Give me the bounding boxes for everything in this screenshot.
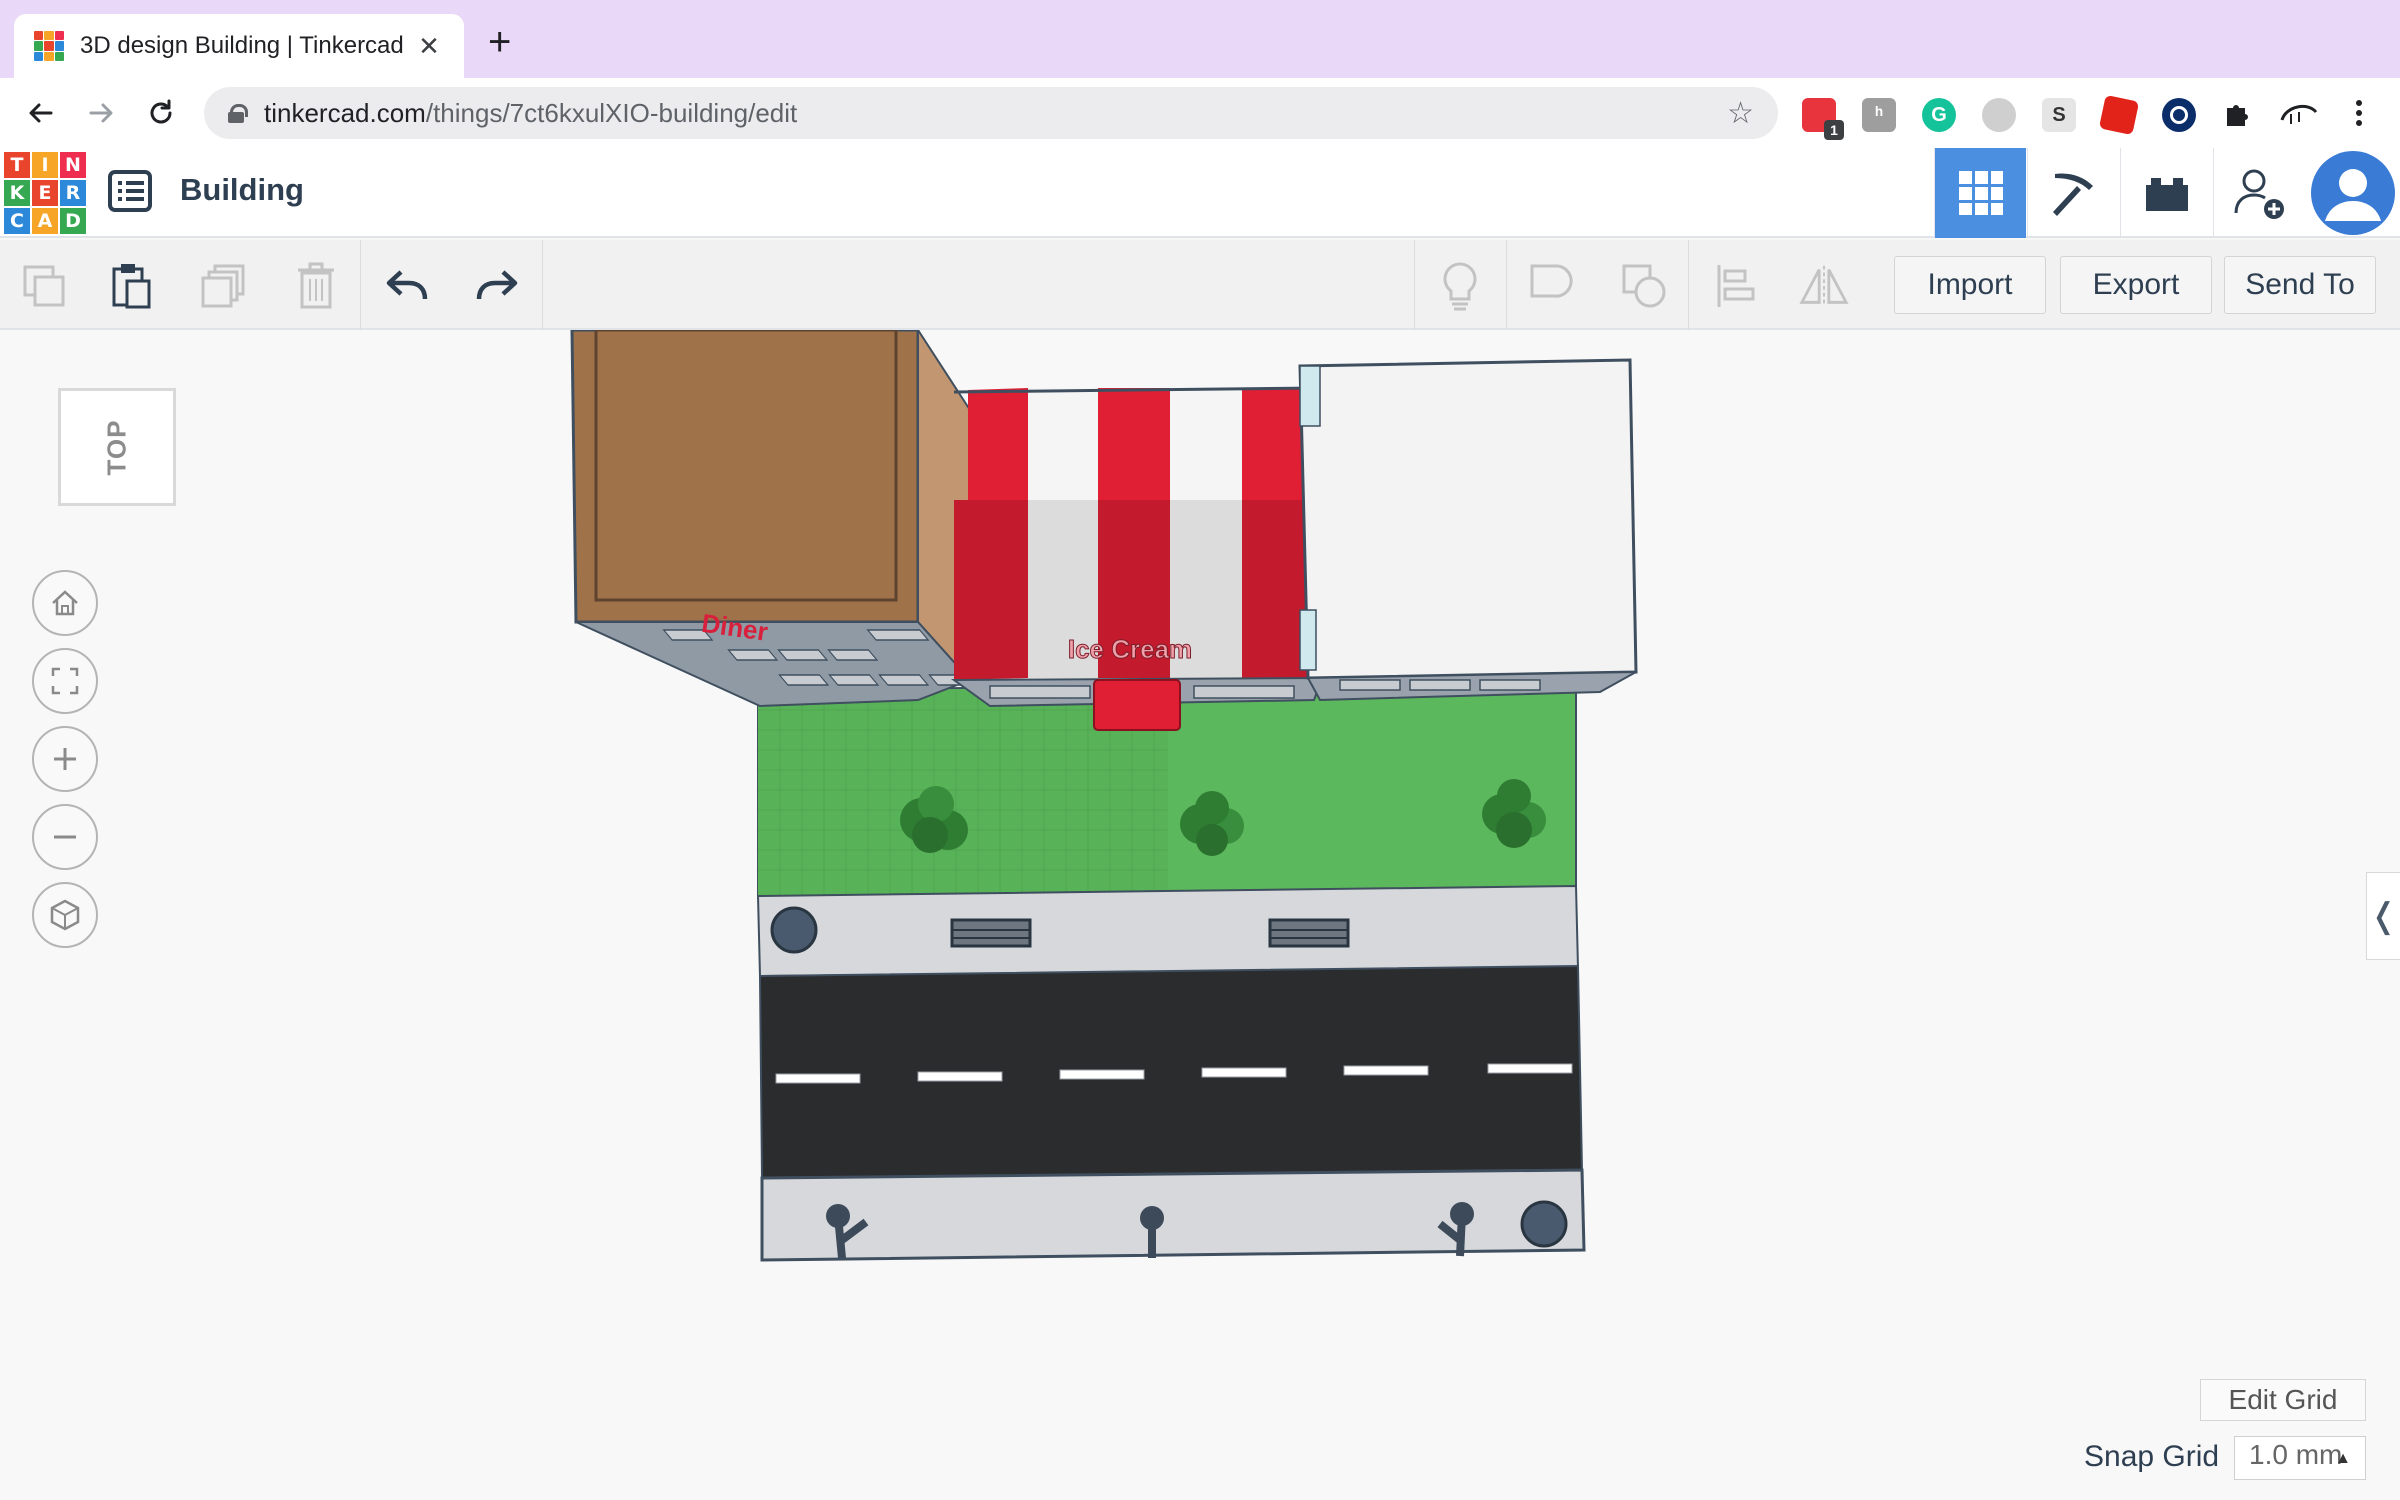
- logo-tile: T: [4, 152, 30, 178]
- view-cube[interactable]: TOP: [58, 388, 176, 506]
- lane-marking: [917, 1071, 1003, 1082]
- manhole-cover[interactable]: [770, 906, 818, 954]
- tinkercad-favicon-icon: [34, 31, 64, 61]
- design-list-icon[interactable]: [106, 166, 156, 216]
- toolbar-divider: [1506, 240, 1507, 330]
- toolbar-divider: [1414, 240, 1415, 330]
- browser-toolbar: tinkercad.com/things/7ct6kxulXIO-buildin…: [0, 78, 2400, 148]
- group-icon[interactable]: [1526, 260, 1578, 312]
- redo-icon[interactable]: [470, 260, 522, 312]
- design-title[interactable]: Building: [180, 172, 304, 208]
- copy-icon[interactable]: [18, 260, 70, 312]
- extension-gray-icon[interactable]: ʰ: [1862, 98, 1896, 132]
- logo-tile: C: [4, 208, 30, 234]
- duplicate-icon[interactable]: [198, 260, 250, 312]
- lane-marking: [1487, 1063, 1573, 1074]
- shapes-panel-toggle[interactable]: ❬: [2366, 872, 2400, 960]
- menu-dots-icon[interactable]: [2336, 90, 2382, 136]
- extension-s-icon[interactable]: S: [2042, 98, 2076, 132]
- bookmark-star-icon[interactable]: ☆: [1727, 96, 1754, 131]
- mirror-icon[interactable]: [1798, 260, 1850, 312]
- note-lightbulb-icon[interactable]: [1434, 260, 1486, 312]
- grammarly-icon[interactable]: G: [1922, 98, 1956, 132]
- toolbar-divider: [1688, 240, 1689, 330]
- caret-up-icon: ▲: [2335, 1450, 2351, 1467]
- lane-marking: [1059, 1069, 1145, 1080]
- bench[interactable]: [1268, 918, 1350, 948]
- lane-marking: [775, 1073, 861, 1084]
- lane-marking: [1343, 1065, 1429, 1076]
- sidewalk-bottom[interactable]: [760, 1168, 1586, 1262]
- logo-tile: D: [60, 208, 86, 234]
- send-to-button[interactable]: Send To: [2224, 256, 2376, 314]
- export-button[interactable]: Export: [2060, 256, 2212, 314]
- zoom-in-icon[interactable]: [32, 726, 98, 792]
- roblox-icon[interactable]: [2098, 94, 2140, 136]
- back-arrow-icon[interactable]: [18, 90, 64, 136]
- ungroup-icon[interactable]: [1618, 260, 1670, 312]
- sidewalk-top[interactable]: [756, 884, 1580, 978]
- new-tab-button[interactable]: +: [488, 22, 511, 62]
- browser-tab[interactable]: 3D design Building | Tinkercad ✕: [14, 14, 464, 78]
- zoom-out-icon[interactable]: [32, 804, 98, 870]
- tab-title: 3D design Building | Tinkercad: [80, 32, 404, 59]
- import-button[interactable]: Import: [1894, 256, 2046, 314]
- address-bar[interactable]: tinkercad.com/things/7ct6kxulXIO-buildin…: [204, 87, 1778, 139]
- browser-tab-strip: 3D design Building | Tinkercad ✕ +: [0, 0, 2400, 78]
- lego-brick-icon[interactable]: [2120, 148, 2212, 238]
- toolbar-divider: [360, 240, 361, 330]
- edit-toolbar: Import Export Send To: [0, 240, 2400, 330]
- workplane[interactable]: Diner Ice Cream TOP ❬ Edit Grid Snap Gri…: [0, 330, 2400, 1500]
- extension-blue-circle-icon[interactable]: [2162, 98, 2196, 132]
- logo-tile: E: [32, 180, 58, 206]
- delete-icon[interactable]: [290, 260, 342, 312]
- tinkercad-logo[interactable]: TIN KER CAD: [4, 152, 86, 234]
- perspective-icon[interactable]: [32, 882, 98, 948]
- home-view-icon[interactable]: [32, 570, 98, 636]
- app-header: TIN KER CAD Building: [0, 148, 2400, 238]
- puzzle-extensions-icon[interactable]: [2214, 90, 2260, 136]
- logo-tile: I: [32, 152, 58, 178]
- url-text[interactable]: tinkercad.com/things/7ct6kxulXIO-buildin…: [264, 98, 1727, 129]
- logo-tile: A: [32, 208, 58, 234]
- minecraft-pickaxe-icon[interactable]: [2027, 148, 2119, 238]
- entrance-door[interactable]: [1093, 679, 1181, 731]
- add-user-icon[interactable]: [2213, 148, 2305, 238]
- edit-grid-button[interactable]: Edit Grid: [2200, 1379, 2366, 1421]
- toolbar-divider: [542, 240, 543, 330]
- snap-grid-label: Snap Grid: [2084, 1440, 2220, 1473]
- close-tab-icon[interactable]: ✕: [414, 31, 444, 62]
- ice-cream-sign: Ice Cream: [1068, 634, 1192, 664]
- logo-tile: R: [60, 180, 86, 206]
- align-icon[interactable]: [1710, 260, 1762, 312]
- logo-tile: N: [60, 152, 86, 178]
- lane-marking: [1201, 1067, 1287, 1078]
- bench[interactable]: [950, 918, 1032, 948]
- snap-grid-select[interactable]: 1.0 mm ▲: [2234, 1436, 2366, 1480]
- profile-avatar[interactable]: [2306, 148, 2400, 238]
- diner-building[interactable]: Diner: [570, 330, 980, 708]
- forward-arrow-icon[interactable]: [78, 90, 124, 136]
- ice-cream-shop[interactable]: Ice Cream: [950, 386, 1324, 731]
- snap-grid-value: 1.0 mm: [2249, 1439, 2343, 1470]
- road[interactable]: [758, 964, 1584, 1180]
- undo-icon[interactable]: [382, 260, 434, 312]
- lock-icon: [228, 104, 248, 123]
- extension-red-icon[interactable]: 1: [1802, 98, 1844, 140]
- 3d-scene[interactable]: Diner Ice Cream: [0, 330, 2400, 1500]
- extension-badge: 1: [1824, 120, 1844, 140]
- view-cube-label: TOP: [101, 419, 132, 475]
- extension-ghost-icon[interactable]: [1982, 98, 2016, 132]
- white-building[interactable]: [1298, 358, 1638, 702]
- paste-icon[interactable]: [106, 260, 158, 312]
- logo-tile: K: [4, 180, 30, 206]
- extension-helmet-icon[interactable]: [2276, 90, 2322, 136]
- reload-icon[interactable]: [138, 90, 184, 136]
- manhole-cover[interactable]: [1520, 1200, 1568, 1248]
- 3d-view-grid-icon[interactable]: [1934, 148, 2026, 238]
- fit-view-icon[interactable]: [32, 648, 98, 714]
